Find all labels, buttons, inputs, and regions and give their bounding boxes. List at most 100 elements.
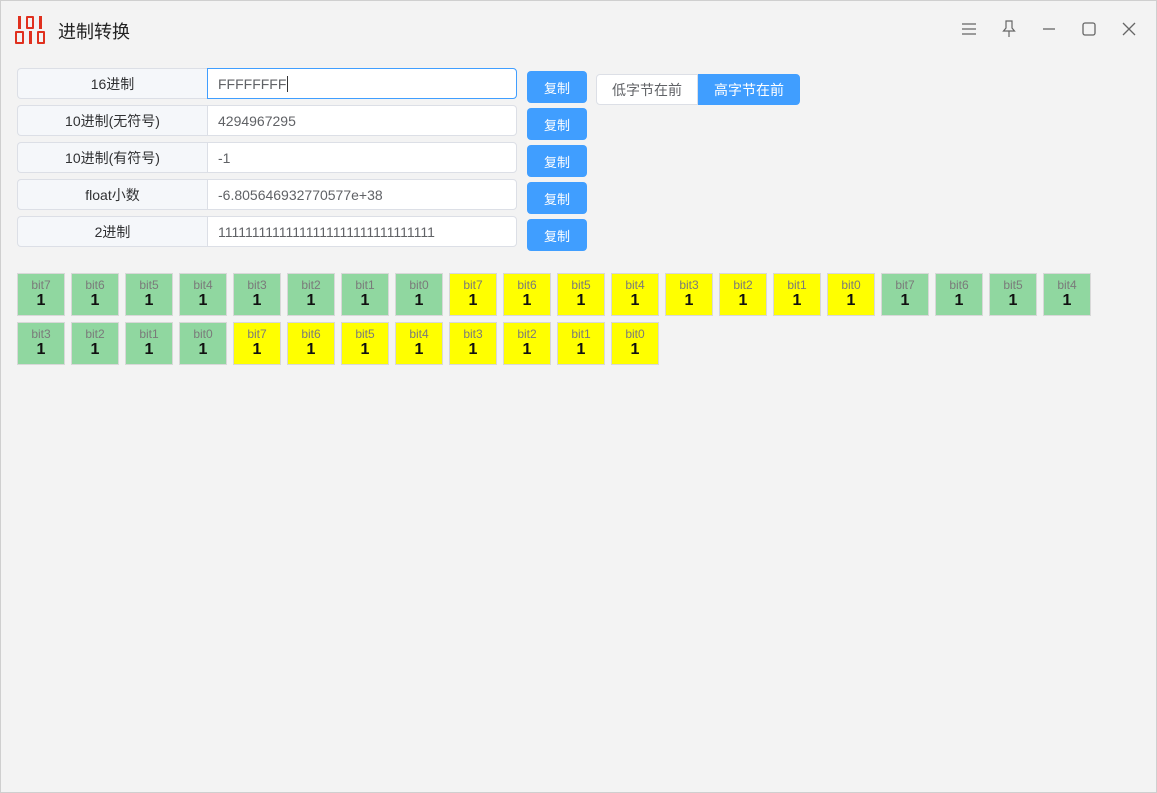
bit-cell[interactable]: bit6 1 xyxy=(935,273,983,316)
app-window: 进制转换 16进制 FFFFFFFF 复制 10进制(无符号) 42949672… xyxy=(0,0,1157,793)
bit-label: bit2 xyxy=(301,278,321,292)
bit-label: bit7 xyxy=(31,278,51,292)
bit-cell[interactable]: bit1 1 xyxy=(341,273,389,316)
unsigned-decimal-input[interactable]: 4294967295 xyxy=(207,105,517,136)
binary-input[interactable]: 11111111111111111111111111111111 xyxy=(207,216,517,247)
bit-cell[interactable]: bit0 1 xyxy=(827,273,875,316)
bit-value: 1 xyxy=(252,292,262,309)
bit-value: 1 xyxy=(36,341,46,358)
byte-order-toggle: 低字节在前 高字节在前 xyxy=(596,74,800,105)
bit-label: bit3 xyxy=(679,278,699,292)
bit-value: 1 xyxy=(900,292,910,309)
unsigned-decimal-value: 4294967295 xyxy=(218,112,296,129)
bit-value: 1 xyxy=(1062,292,1072,309)
copy-binary-button[interactable]: 复制 xyxy=(527,219,587,251)
bit-cell[interactable]: bit2 1 xyxy=(719,273,767,316)
bit-cell[interactable]: bit6 1 xyxy=(503,273,551,316)
copy-unsigned-decimal-button[interactable]: 复制 xyxy=(527,108,587,140)
bit-label: bit5 xyxy=(139,278,159,292)
bit-cell[interactable]: bit0 1 xyxy=(611,322,659,365)
bit-label: bit1 xyxy=(355,278,375,292)
float-value: -6.805646932770577e+38 xyxy=(218,186,383,203)
bit-cell[interactable]: bit7 1 xyxy=(17,273,65,316)
bit-label: bit5 xyxy=(1003,278,1023,292)
hex-label: 16进制 xyxy=(17,68,207,99)
bit-cell[interactable]: bit1 1 xyxy=(125,322,173,365)
bit-value: 1 xyxy=(576,341,586,358)
bit-cell[interactable]: bit4 1 xyxy=(611,273,659,316)
bit-label: bit2 xyxy=(517,327,537,341)
bit-cell[interactable]: bit1 1 xyxy=(557,322,605,365)
copy-signed-decimal-button[interactable]: 复制 xyxy=(527,145,587,177)
menu-icon[interactable] xyxy=(959,19,979,39)
bit-cell[interactable]: bit2 1 xyxy=(503,322,551,365)
bit-cell[interactable]: bit4 1 xyxy=(395,322,443,365)
pin-icon[interactable] xyxy=(999,19,1019,39)
bit-label: bit0 xyxy=(193,327,213,341)
bit-cell[interactable]: bit0 1 xyxy=(179,322,227,365)
copy-float-button[interactable]: 复制 xyxy=(527,182,587,214)
bit-label: bit0 xyxy=(409,278,429,292)
window-title: 进制转换 xyxy=(58,22,130,42)
unsigned-decimal-label: 10进制(无符号) xyxy=(17,105,207,136)
bit-cell[interactable]: bit7 1 xyxy=(233,322,281,365)
bit-value: 1 xyxy=(576,292,586,309)
bit-value: 1 xyxy=(306,292,316,309)
bit-cell[interactable]: bit3 1 xyxy=(449,322,497,365)
bit-label: bit5 xyxy=(571,278,591,292)
binary-label: 2进制 xyxy=(17,216,207,247)
bit-value: 1 xyxy=(144,292,154,309)
hex-input[interactable]: FFFFFFFF xyxy=(207,68,517,99)
binary-app-icon xyxy=(15,16,45,44)
bit-label: bit4 xyxy=(1057,278,1077,292)
little-endian-option[interactable]: 低字节在前 xyxy=(596,74,698,105)
title-bar: 进制转换 xyxy=(1,1,1156,59)
bit-value: 1 xyxy=(36,292,46,309)
signed-decimal-value: -1 xyxy=(218,149,231,166)
bit-cell[interactable]: bit7 1 xyxy=(449,273,497,316)
bit-cell[interactable]: bit3 1 xyxy=(17,322,65,365)
bit-label: bit1 xyxy=(139,327,159,341)
hex-value: FFFFFFFF xyxy=(218,75,287,92)
bit-label: bit6 xyxy=(301,327,321,341)
bit-value: 1 xyxy=(522,341,532,358)
bit-cell[interactable]: bit7 1 xyxy=(881,273,929,316)
bit-value: 1 xyxy=(1008,292,1018,309)
bit-value: 1 xyxy=(414,292,424,309)
bit-value: 1 xyxy=(90,292,100,309)
bit-value: 1 xyxy=(846,292,856,309)
bit-cell[interactable]: bit6 1 xyxy=(71,273,119,316)
signed-decimal-label: 10进制(有符号) xyxy=(17,142,207,173)
bit-value: 1 xyxy=(630,292,640,309)
copy-hex-button[interactable]: 复制 xyxy=(527,71,587,103)
bit-label: bit2 xyxy=(733,278,753,292)
bit-cell[interactable]: bit1 1 xyxy=(773,273,821,316)
minimize-icon[interactable] xyxy=(1039,19,1059,39)
bit-label: bit6 xyxy=(949,278,969,292)
bit-cell[interactable]: bit5 1 xyxy=(341,322,389,365)
bit-cell[interactable]: bit2 1 xyxy=(71,322,119,365)
bit-cell[interactable]: bit3 1 xyxy=(233,273,281,316)
close-icon[interactable] xyxy=(1119,19,1139,39)
bit-cell[interactable]: bit5 1 xyxy=(989,273,1037,316)
bit-cell[interactable]: bit5 1 xyxy=(557,273,605,316)
big-endian-option[interactable]: 高字节在前 xyxy=(698,74,800,105)
float-input[interactable]: -6.805646932770577e+38 xyxy=(207,179,517,210)
signed-decimal-input[interactable]: -1 xyxy=(207,142,517,173)
bit-value: 1 xyxy=(414,341,424,358)
bit-cell[interactable]: bit2 1 xyxy=(287,273,335,316)
bit-label: bit0 xyxy=(841,278,861,292)
bit-cell[interactable]: bit4 1 xyxy=(1043,273,1091,316)
bit-cell[interactable]: bit5 1 xyxy=(125,273,173,316)
bit-value: 1 xyxy=(630,341,640,358)
bit-label: bit4 xyxy=(625,278,645,292)
bit-value: 1 xyxy=(360,292,370,309)
bit-label: bit5 xyxy=(355,327,375,341)
bit-cell[interactable]: bit3 1 xyxy=(665,273,713,316)
bit-value: 1 xyxy=(684,292,694,309)
bit-cell[interactable]: bit6 1 xyxy=(287,322,335,365)
bit-cell[interactable]: bit0 1 xyxy=(395,273,443,316)
maximize-icon[interactable] xyxy=(1079,19,1099,39)
bit-label: bit7 xyxy=(247,327,267,341)
bit-cell[interactable]: bit4 1 xyxy=(179,273,227,316)
